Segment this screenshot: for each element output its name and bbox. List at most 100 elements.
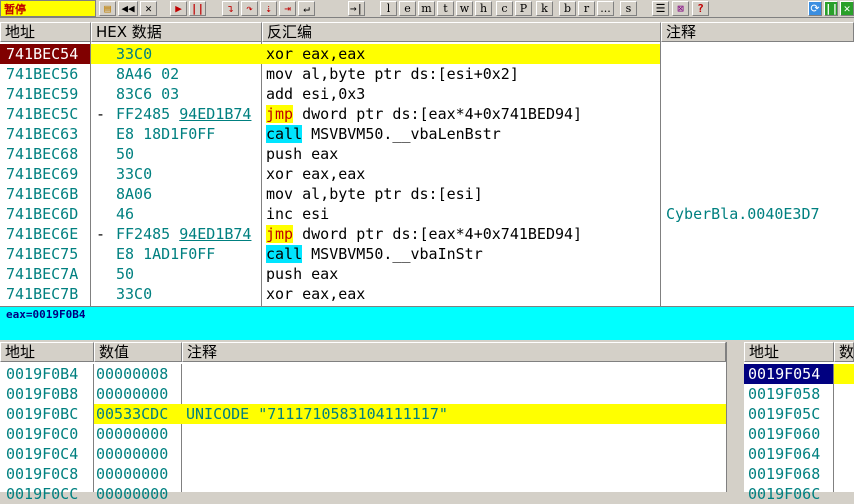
stack-row[interactable]: 0019F068: [744, 464, 854, 484]
open-icon[interactable]: ▤: [99, 1, 116, 16]
disasm-cell[interactable]: mov al,byte ptr ds:[esi]: [266, 184, 660, 204]
disasm-row[interactable]: 741BEC6D 46 inc esi CyberBla.0040E3D7: [0, 204, 854, 224]
address-cell[interactable]: 741BEC69: [0, 164, 90, 184]
disasm-row[interactable]: 741BEC54 33C0 xor eax,eax: [0, 44, 854, 64]
header-disassembly[interactable]: 反汇编: [262, 22, 661, 42]
address-cell[interactable]: 741BEC5C: [0, 104, 90, 124]
stack-address[interactable]: 0019F068: [744, 464, 833, 484]
address-cell[interactable]: 741BEC75: [0, 244, 90, 264]
disasm-row[interactable]: 741BEC6B 8A06 mov al,byte ptr ds:[esi]: [0, 184, 854, 204]
dump-scrollbar[interactable]: [726, 342, 742, 492]
memory-map-button[interactable]: m: [418, 1, 435, 16]
address-cell[interactable]: 741BEC6D: [0, 204, 90, 224]
list-icon[interactable]: ☰: [652, 1, 669, 16]
address-cell[interactable]: 741BEC6B: [0, 184, 90, 204]
stack-row[interactable]: 0019F060: [744, 424, 854, 444]
disasm-row[interactable]: 741BEC59 83C6 03 add esi,0x3: [0, 84, 854, 104]
dump-address[interactable]: 0019F0C8: [0, 464, 93, 484]
grid-icon[interactable]: ⊠: [672, 1, 689, 16]
run-icon[interactable]: ▶: [170, 1, 187, 16]
stack-row[interactable]: 0019F054: [744, 364, 854, 384]
rewind-icon[interactable]: ◀◀: [118, 1, 138, 16]
dump-row[interactable]: 0019F0C0 00000000: [0, 424, 726, 444]
stack-pane[interactable]: 地址 数 0019F054 0019F058 0019F05C 0019F060 001…: [744, 342, 854, 503]
disasm-cell[interactable]: jmp dword ptr ds:[eax*4+0x741BED94]: [266, 224, 660, 244]
breakpoints-button[interactable]: b: [559, 1, 576, 16]
disasm-row[interactable]: 741BEC7A 50 push eax: [0, 264, 854, 284]
disasm-row[interactable]: 741BEC56 8A46 02 mov al,byte ptr ds:[esi+0…: [0, 64, 854, 84]
address-cell[interactable]: 741BEC6E: [0, 224, 90, 244]
source-button[interactable]: s: [620, 1, 637, 16]
disasm-cell[interactable]: inc esi: [266, 204, 660, 224]
step-into-icon[interactable]: ↴: [222, 1, 239, 16]
disasm-cell[interactable]: call MSVBVM50.__vbaLenBstr: [266, 124, 660, 144]
dump-header-address[interactable]: 地址: [0, 342, 94, 362]
trace-into-icon[interactable]: ⇣: [260, 1, 277, 16]
disasm-cell[interactable]: xor eax,eax: [266, 44, 660, 64]
stack-row[interactable]: 0019F05C: [744, 404, 854, 424]
cpu-button[interactable]: c: [496, 1, 513, 16]
dump-address[interactable]: 0019F0C0: [0, 424, 93, 444]
close-icon-2[interactable]: ✕: [840, 1, 854, 16]
pause-icon[interactable]: ||: [189, 1, 206, 16]
windows-button[interactable]: w: [456, 1, 473, 16]
run-trace-button[interactable]: ...: [597, 1, 614, 16]
dump-header-comment[interactable]: 注释: [182, 342, 726, 362]
header-comment[interactable]: 注释: [661, 22, 854, 42]
disasm-cell[interactable]: jmp dword ptr ds:[eax*4+0x741BED94]: [266, 104, 660, 124]
trace-over-icon[interactable]: ⇥: [279, 1, 296, 16]
hex-jump-target[interactable]: 94ED1B74: [179, 105, 251, 123]
hex-jump-target[interactable]: 94ED1B74: [179, 225, 251, 243]
stack-row[interactable]: 0019F06C: [744, 484, 854, 504]
executable-modules-button[interactable]: e: [399, 1, 416, 16]
address-cell[interactable]: 741BEC59: [0, 84, 90, 104]
dump-row[interactable]: 0019F0BC 00533CDC UNICODE "711171058310411…: [0, 404, 726, 424]
disasm-cell[interactable]: add esi,0x3: [266, 84, 660, 104]
stack-header-address[interactable]: 地址: [744, 342, 834, 362]
step-over-icon[interactable]: ↷: [241, 1, 258, 16]
address-cell[interactable]: 741BEC7A: [0, 264, 90, 284]
stack-row[interactable]: 0019F064: [744, 444, 854, 464]
disasm-row[interactable]: 741BEC68 50 push eax: [0, 144, 854, 164]
stack-address[interactable]: 0019F058: [744, 384, 833, 404]
disasm-row[interactable]: 741BEC63 E8 18D1F0FF call MSVBVM50.__vbaLe…: [0, 124, 854, 144]
dump-row[interactable]: 0019F0C8 00000000: [0, 464, 726, 484]
dump-address[interactable]: 0019F0B8: [0, 384, 93, 404]
stack-address[interactable]: 0019F060: [744, 424, 833, 444]
pause-icon-2[interactable]: ||: [824, 1, 838, 16]
address-cell[interactable]: 741BEC68: [0, 144, 90, 164]
references-button[interactable]: r: [578, 1, 595, 16]
log-window-button[interactable]: l: [380, 1, 397, 16]
help-icon[interactable]: ?: [692, 1, 709, 16]
disasm-cell[interactable]: xor eax,eax: [266, 284, 660, 304]
address-cell[interactable]: 741BEC56: [0, 64, 90, 84]
stack-row[interactable]: 0019F058: [744, 384, 854, 404]
call-stack-button[interactable]: k: [536, 1, 553, 16]
execute-till-return-icon[interactable]: ↵: [298, 1, 315, 16]
dump-row[interactable]: 0019F0B4 00000008: [0, 364, 726, 384]
address-cell[interactable]: 741BEC63: [0, 124, 90, 144]
stack-header-value[interactable]: 数: [834, 342, 854, 362]
stack-dump-pane[interactable]: 地址 数值 注释 0019F0B4 00000008 0019F0B8 0000000…: [0, 342, 742, 503]
dump-address[interactable]: 0019F0B4: [0, 364, 93, 384]
dump-address[interactable]: 0019F0CC: [0, 484, 93, 504]
disasm-cell[interactable]: push eax: [266, 264, 660, 284]
dump-row[interactable]: 0019F0C4 00000000: [0, 444, 726, 464]
disasm-row[interactable]: 741BEC6E - FF2485 94ED1B74 jmp dword ptr ds…: [0, 224, 854, 244]
disasm-row[interactable]: 741BEC69 33C0 xor eax,eax: [0, 164, 854, 184]
header-address[interactable]: 地址: [0, 22, 91, 42]
header-hex-data[interactable]: HEX 数据: [91, 22, 262, 42]
disasm-cell[interactable]: mov al,byte ptr ds:[esi+0x2]: [266, 64, 660, 84]
disasm-cell[interactable]: call MSVBVM50.__vbaInStr: [266, 244, 660, 264]
stack-address[interactable]: 0019F05C: [744, 404, 833, 424]
address-cell[interactable]: 741BEC54: [0, 44, 90, 64]
disasm-row[interactable]: 741BEC7B 33C0 xor eax,eax: [0, 284, 854, 304]
stack-address[interactable]: 0019F06C: [744, 484, 833, 504]
disasm-row[interactable]: 741BEC5C - FF2485 94ED1B74 jmp dword ptr ds…: [0, 104, 854, 124]
disasm-row[interactable]: 741BEC75 E8 1AD1F0FF call MSVBVM50.__vbaIn…: [0, 244, 854, 264]
disasm-cell[interactable]: push eax: [266, 144, 660, 164]
dump-address[interactable]: 0019F0C4: [0, 444, 93, 464]
stack-address[interactable]: 0019F064: [744, 444, 833, 464]
stack-address[interactable]: 0019F054: [744, 364, 833, 384]
cpu-disassembly-pane[interactable]: 地址 HEX 数据 反汇编 注释 741BEC54 33C0 xor eax,eax…: [0, 22, 854, 306]
